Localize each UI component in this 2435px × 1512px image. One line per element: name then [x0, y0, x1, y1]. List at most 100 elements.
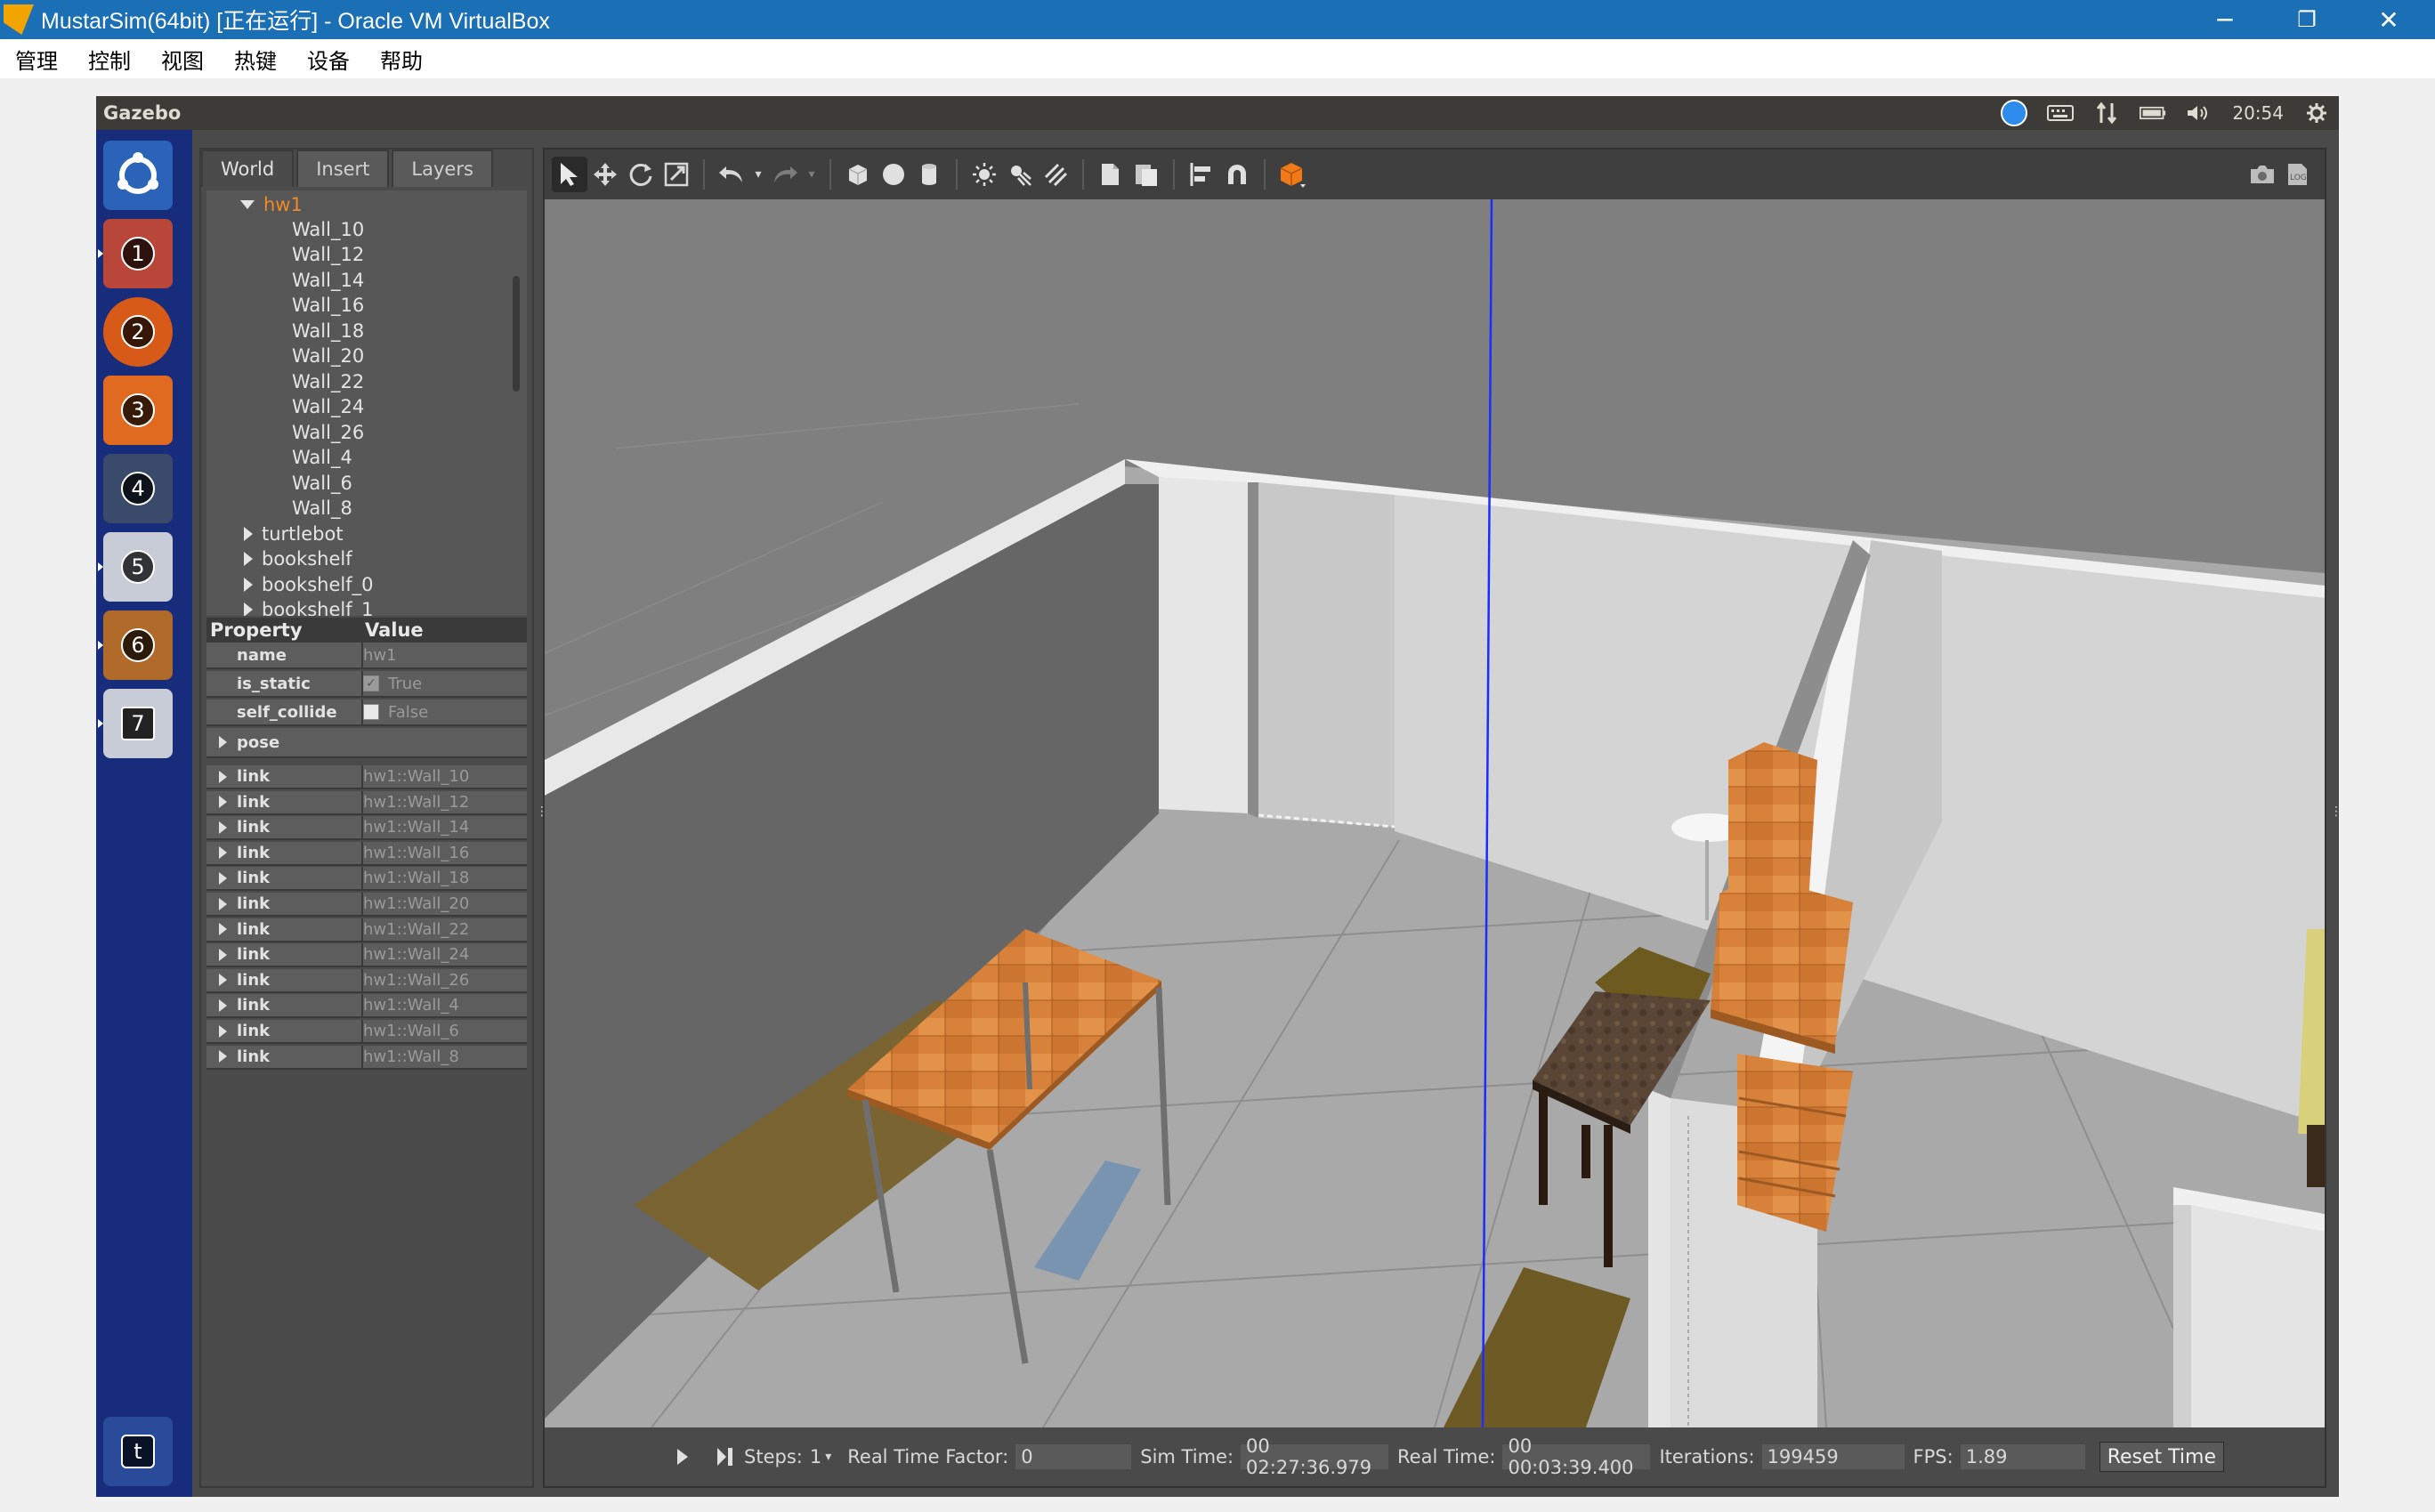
- launcher-dash-button[interactable]: [103, 141, 173, 210]
- spot-light-button[interactable]: [1002, 157, 1038, 192]
- collapse-arrow-icon[interactable]: [244, 552, 253, 566]
- prop-row-link[interactable]: link hw1::Wall_16: [206, 841, 527, 866]
- prop-row-name[interactable]: name hw1: [206, 643, 527, 669]
- rotate-mode-button[interactable]: [623, 157, 659, 192]
- collapse-arrow-icon[interactable]: [244, 602, 253, 616]
- insert-sphere-button[interactable]: [876, 157, 911, 192]
- log-button[interactable]: LOG: [2280, 157, 2316, 192]
- prop-row-link[interactable]: link hw1::Wall_22: [206, 918, 527, 942]
- snap-button[interactable]: [1219, 157, 1255, 192]
- reset-time-button[interactable]: Reset Time: [2099, 1442, 2224, 1472]
- expand-arrow-icon[interactable]: [219, 871, 227, 885]
- screenshot-button[interactable]: [2245, 157, 2280, 192]
- keyboard-icon[interactable]: [2047, 103, 2075, 123]
- launcher-text-editor-button[interactable]: 5: [98, 532, 173, 602]
- settings-gear-icon[interactable]: [2303, 103, 2330, 123]
- collapse-arrow-icon[interactable]: [244, 578, 253, 592]
- prop-row-link[interactable]: link hw1::Wall_4: [206, 994, 527, 1019]
- restore-button[interactable]: ❐: [2266, 0, 2348, 39]
- prop-row-link[interactable]: link hw1::Wall_20: [206, 893, 527, 917]
- self-collide-checkbox[interactable]: [363, 704, 379, 720]
- tree-item-wall[interactable]: Wall_26: [292, 420, 364, 445]
- expand-arrow-icon[interactable]: [219, 796, 227, 809]
- tree-item-wall[interactable]: Wall_24: [292, 394, 364, 419]
- tab-world[interactable]: World: [201, 150, 295, 187]
- collapse-arrow-icon[interactable]: [244, 527, 253, 541]
- battery-icon[interactable]: [2140, 103, 2166, 123]
- tree-item-wall[interactable]: Wall_4: [292, 445, 352, 470]
- tree-item-hw1[interactable]: hw1: [240, 192, 303, 217]
- tree-item-wall[interactable]: Wall_14: [292, 268, 364, 293]
- close-button[interactable]: ✕: [2348, 0, 2430, 39]
- teamviewer-icon[interactable]: [2001, 100, 2028, 126]
- play-button[interactable]: [669, 1439, 696, 1475]
- launcher-system-settings-button[interactable]: 4: [103, 454, 173, 523]
- prop-row-self-collide[interactable]: self_collide False: [206, 699, 527, 726]
- expand-arrow-icon[interactable]: [219, 999, 227, 1012]
- clock[interactable]: 20:54: [2232, 102, 2284, 124]
- tab-insert[interactable]: Insert: [296, 150, 390, 187]
- tree-item-wall[interactable]: Wall_10: [292, 217, 364, 242]
- menu-view[interactable]: 视图: [146, 44, 219, 75]
- align-button[interactable]: [1184, 157, 1219, 192]
- prop-row-link[interactable]: link hw1::Wall_8: [206, 1045, 527, 1070]
- tree-item-wall[interactable]: Wall_20: [292, 344, 364, 368]
- launcher-trash-button[interactable]: t: [103, 1417, 173, 1486]
- prop-row-link[interactable]: link hw1::Wall_18: [206, 867, 527, 892]
- expand-arrow-icon[interactable]: [219, 821, 227, 834]
- steps-dropdown-arrow-icon[interactable]: ▾: [825, 1450, 831, 1464]
- prop-row-link[interactable]: link hw1::Wall_14: [206, 816, 527, 841]
- select-mode-button[interactable]: [552, 157, 587, 192]
- copy-button[interactable]: [1093, 157, 1129, 192]
- volume-icon[interactable]: [2186, 103, 2213, 123]
- launcher-terminal-button[interactable]: 7: [98, 689, 173, 758]
- directional-light-button[interactable]: [1038, 157, 1073, 192]
- expand-arrow-icon[interactable]: [219, 974, 227, 987]
- menu-devices[interactable]: 设备: [292, 44, 365, 75]
- launcher-firefox-button[interactable]: 2: [103, 297, 173, 367]
- tree-item-wall[interactable]: Wall_8: [292, 496, 352, 521]
- launcher-files-button[interactable]: 1: [98, 219, 173, 288]
- is-static-checkbox[interactable]: ✓: [363, 675, 379, 691]
- scale-mode-button[interactable]: [659, 157, 694, 192]
- step-button[interactable]: [712, 1439, 739, 1475]
- menu-manage[interactable]: 管理: [0, 44, 73, 75]
- expand-arrow-icon[interactable]: [219, 897, 227, 910]
- prop-row-link[interactable]: link hw1::Wall_24: [206, 943, 527, 968]
- expand-arrow-icon[interactable]: [219, 923, 227, 936]
- tree-item-wall[interactable]: Wall_12: [292, 242, 364, 267]
- tree-item-wall[interactable]: Wall_18: [292, 319, 364, 344]
- menu-hotkey[interactable]: 热键: [219, 44, 292, 75]
- redo-button[interactable]: [767, 157, 803, 192]
- tree-item-bookshelf-0[interactable]: bookshelf_0: [244, 572, 373, 597]
- tab-layers[interactable]: Layers: [392, 150, 493, 187]
- tree-item-wall[interactable]: Wall_22: [292, 369, 364, 394]
- point-light-button[interactable]: [967, 157, 1002, 192]
- network-icon[interactable]: [2093, 101, 2120, 125]
- view-angle-button[interactable]: [1274, 157, 1310, 192]
- launcher-software-center-button[interactable]: 3: [103, 376, 173, 445]
- prop-row-pose[interactable]: pose: [206, 728, 527, 758]
- translate-mode-button[interactable]: [587, 157, 623, 192]
- prop-row-link[interactable]: link hw1::Wall_12: [206, 790, 527, 815]
- prop-row-link[interactable]: link hw1::Wall_6: [206, 1020, 527, 1044]
- menu-help[interactable]: 帮助: [365, 44, 438, 75]
- prop-row-link[interactable]: link hw1::Wall_10: [206, 765, 527, 789]
- expand-arrow-icon[interactable]: [219, 736, 227, 748]
- menu-control[interactable]: 控制: [73, 44, 146, 75]
- tree-item-turtlebot[interactable]: turtlebot: [244, 522, 344, 546]
- tree-item-bookshelf[interactable]: bookshelf: [244, 546, 352, 571]
- undo-button[interactable]: [714, 157, 749, 192]
- scene-render[interactable]: [545, 199, 2325, 1427]
- prop-row-link[interactable]: link hw1::Wall_26: [206, 968, 527, 993]
- expand-arrow-icon[interactable]: [219, 1024, 227, 1038]
- launcher-gazebo-button[interactable]: 6: [98, 610, 173, 680]
- paste-button[interactable]: [1129, 157, 1164, 192]
- left-splitter-handle[interactable]: ⋮: [536, 805, 548, 819]
- expand-arrow-icon[interactable]: [219, 770, 227, 783]
- tree-item-wall[interactable]: Wall_6: [292, 471, 352, 496]
- prop-row-is-static[interactable]: is_static ✓ True: [206, 671, 527, 698]
- expand-arrow-icon[interactable]: [240, 200, 255, 209]
- tree-item-wall[interactable]: Wall_16: [292, 293, 364, 318]
- undo-history-dropdown[interactable]: ▾: [749, 157, 767, 192]
